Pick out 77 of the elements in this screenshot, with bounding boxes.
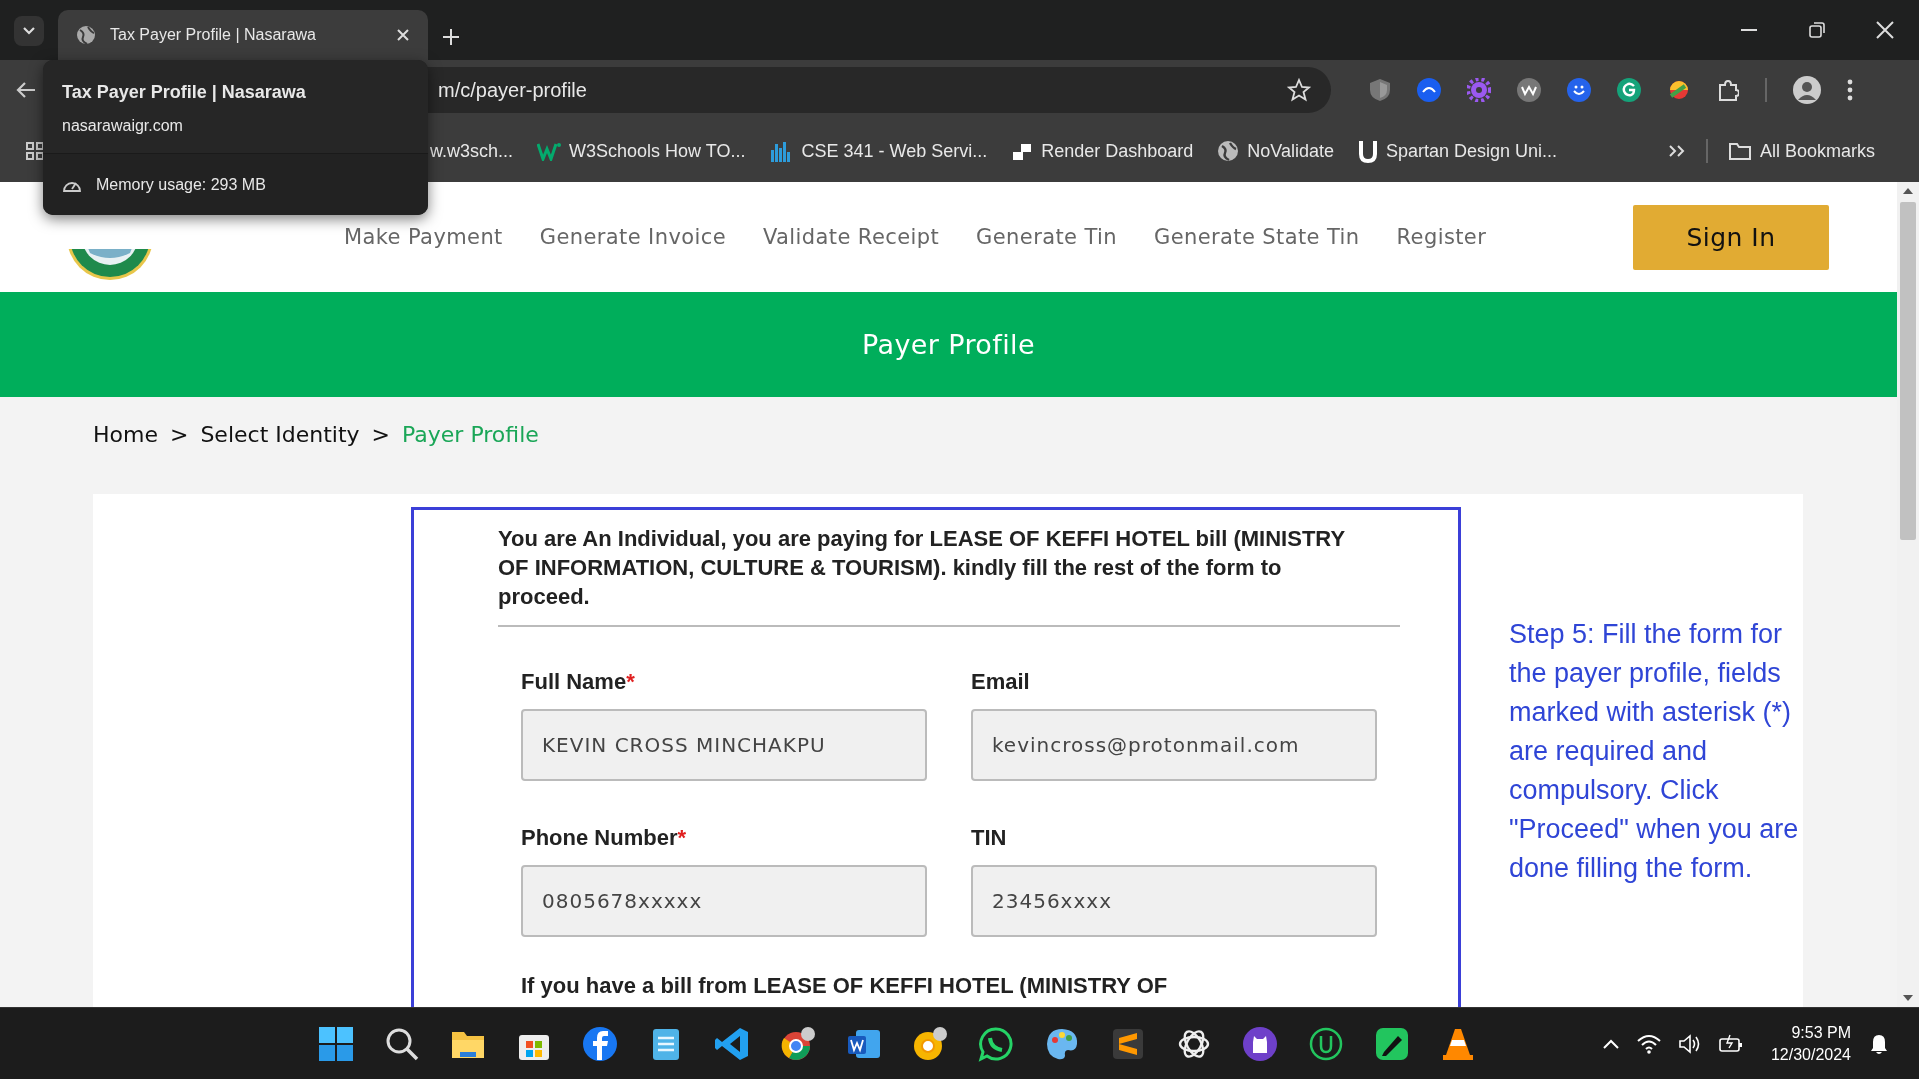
folder-icon: [1727, 141, 1752, 161]
tooltip-domain: nasarawaigr.com: [62, 117, 184, 135]
form-intro: You are An Individual, you are paying for LEASE OF KEFFI HOTEL bill (MINISTRY OF INFORMATION, CULTURE & TOURISM). kindly fill the rest of the form to proceed.: [498, 525, 1346, 611]
nav-link[interactable]: Validate Receipt: [762, 225, 940, 249]
more-vertical-icon[interactable]: [1847, 79, 1853, 101]
field-label: Email: [971, 669, 1031, 695]
chevron-up-icon[interactable]: [1602, 1038, 1619, 1049]
cat-logo-icon[interactable]: [1242, 1025, 1278, 1062]
plus-icon[interactable]: [442, 28, 460, 46]
input-field[interactable]: KEVIN CROSS MINCHAKPU: [521, 709, 927, 781]
bill-note: If you have a bill from LEASE OF KEFFI HOTEL (MINISTRY OF: [520, 972, 1169, 999]
field-label: Phone Number*: [521, 825, 688, 851]
field-label: Full Name*: [521, 669, 636, 695]
clock-date: 12/30/2024: [1770, 1045, 1851, 1064]
nav-link[interactable]: Generate State Tin: [1154, 225, 1360, 249]
bookmark[interactable]: Spartan Design Uni...: [1358, 139, 1558, 163]
nav-link[interactable]: Generate Invoice: [539, 225, 726, 249]
breadcrumb-separator: >: [169, 422, 189, 449]
browser-dev-icon[interactable]: [780, 1025, 816, 1062]
field-label: TIN: [971, 825, 1008, 851]
letter-u-icon: [1358, 139, 1379, 163]
close-icon[interactable]: [1876, 21, 1894, 39]
tab-title: Tax Payer Profile | Nasarawa: [110, 26, 317, 44]
memory-usage: Memory usage: 293 MB: [96, 175, 266, 194]
url-text: m/c/payer-profile: [438, 78, 588, 102]
breadcrumb-link[interactable]: Home: [93, 422, 158, 494]
battery-icon[interactable]: [1718, 1033, 1743, 1054]
bookmark[interactable]: W3Schools How TO...: [537, 140, 746, 162]
globe-icon: [76, 25, 96, 45]
bookmark[interactable]: Render Dashboard: [1011, 140, 1194, 162]
back-arrow-icon[interactable]: [16, 81, 36, 99]
globe-icon: [1217, 140, 1240, 162]
banner-title: Payer Profile: [861, 329, 1035, 360]
nav-link[interactable]: Generate Tin: [976, 225, 1117, 249]
bookmark[interactable]: NoValidate: [1217, 140, 1335, 162]
close-icon[interactable]: [396, 28, 410, 42]
apps-grid-icon[interactable]: [26, 142, 44, 160]
scroll-down-icon[interactable]: [1903, 995, 1913, 1001]
arch-circle-icon[interactable]: [1417, 78, 1441, 102]
all-bookmarks-button[interactable]: All Bookmarks: [1727, 140, 1875, 162]
avatar-icon[interactable]: [1793, 76, 1821, 104]
wave-icon[interactable]: [1517, 78, 1541, 102]
breadcrumb-separator: >: [371, 422, 391, 449]
windows-icon[interactable]: [318, 1025, 354, 1062]
star-icon[interactable]: [1287, 78, 1311, 102]
bell-icon[interactable]: [1869, 1032, 1889, 1055]
nav-link[interactable]: Register: [1396, 225, 1487, 249]
letter-g-icon[interactable]: [1617, 78, 1641, 102]
letter-f-icon[interactable]: [582, 1025, 618, 1062]
shield-icon[interactable]: [1369, 78, 1391, 102]
chevron-down-icon[interactable]: [22, 26, 36, 36]
wifi-icon[interactable]: [1636, 1033, 1661, 1054]
double-chevron-icon[interactable]: [1667, 144, 1686, 158]
breadcrumb-link[interactable]: Select Identity: [200, 422, 360, 494]
w-logo-icon: [537, 141, 562, 161]
input-field[interactable]: 0805678xxxxx: [521, 865, 927, 937]
ring-browser-icon[interactable]: [912, 1025, 948, 1062]
bookmark[interactable]: CSE 341 - Web Servi...: [769, 140, 988, 162]
input-field[interactable]: 23456xxxx: [971, 865, 1377, 937]
bookmark[interactable]: w.w3sch...: [430, 140, 514, 162]
pen-icon[interactable]: [1374, 1025, 1410, 1062]
restore-icon[interactable]: [1809, 22, 1825, 38]
scroll-up-icon[interactable]: [1903, 188, 1913, 194]
speaker-icon[interactable]: [1678, 1033, 1701, 1054]
nav-link[interactable]: Make Payment: [344, 225, 503, 249]
sign-in-button[interactable]: Sign In: [1633, 204, 1829, 270]
chat-bubble-icon[interactable]: [978, 1025, 1014, 1062]
input-field[interactable]: kevincross@protonmail.com: [971, 709, 1377, 781]
smile-icon[interactable]: [1567, 78, 1591, 102]
help-text: Step 5: Fill the form for the payer profile, fields marked with asterisk (*) are required and compulsory. Click "Proceed" when you are done filling the form.: [1509, 618, 1800, 885]
clock[interactable]: 9:53 PM 12/30/2024: [1770, 1023, 1851, 1064]
gear-icon[interactable]: [1467, 78, 1491, 102]
puzzle-icon[interactable]: [1717, 79, 1739, 101]
clock-time: 9:53 PM: [1791, 1023, 1851, 1042]
browser-tab[interactable]: Tax Payer Profile | Nasarawa: [58, 10, 428, 60]
letter-u-icon[interactable]: [1308, 1025, 1344, 1062]
breadcrumb-current: Payer Profile: [402, 422, 539, 449]
